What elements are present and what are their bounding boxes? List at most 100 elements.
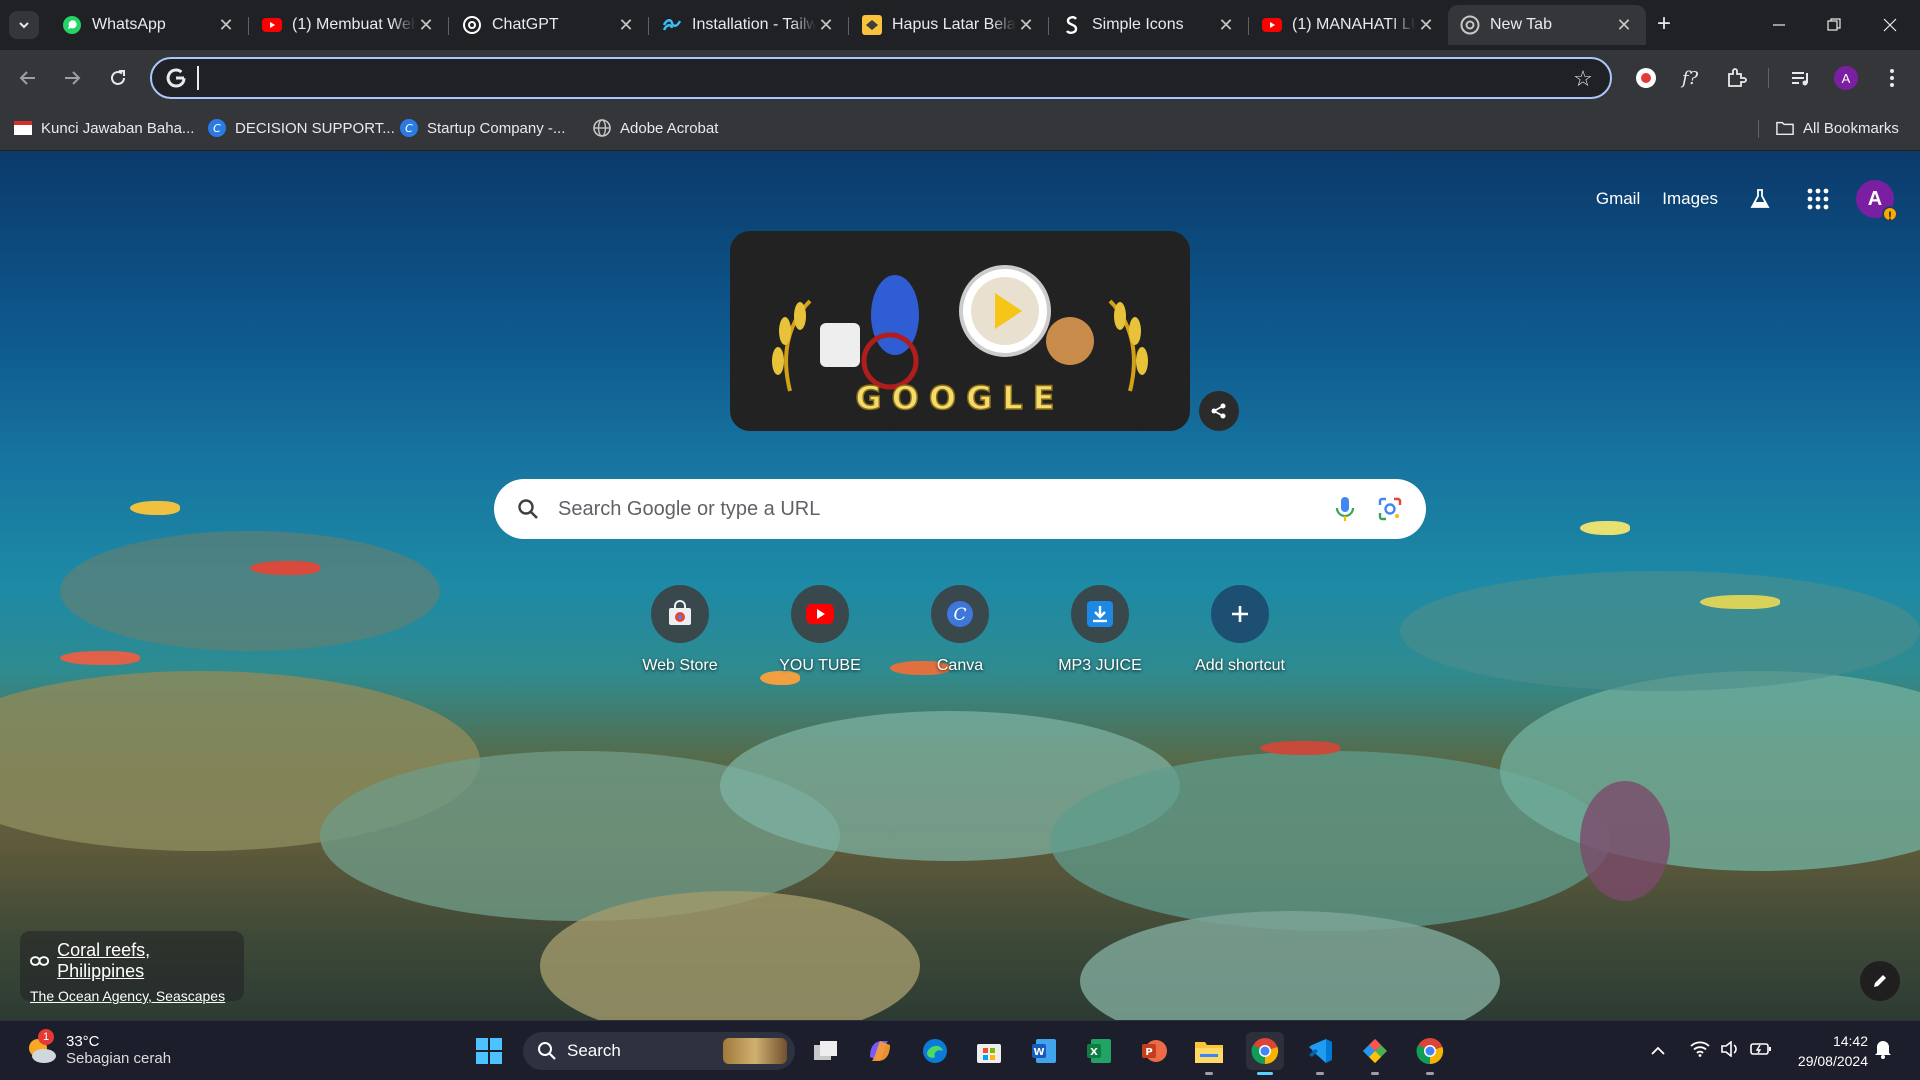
profile-avatar-button[interactable]: A <box>1832 64 1860 92</box>
formula-extension-icon[interactable]: f? <box>1676 64 1704 92</box>
google-search-box[interactable] <box>494 479 1426 539</box>
forward-button[interactable] <box>58 64 86 92</box>
minimize-button[interactable] <box>1751 0 1807 50</box>
tab-chatgpt[interactable]: ChatGPT ✕ <box>450 5 649 45</box>
apps-grid-icon[interactable] <box>1798 179 1838 219</box>
task-view-icon[interactable] <box>807 1032 845 1070</box>
globe-icon <box>593 119 611 137</box>
chevron-up-icon[interactable] <box>1646 1046 1670 1056</box>
search-input[interactable] <box>558 495 1258 523</box>
chrome-profile-taskbar-icon[interactable] <box>1411 1032 1449 1075</box>
shortcut-mp3-juice[interactable]: MP3 JUICE <box>1044 579 1156 691</box>
close-window-button[interactable] <box>1862 0 1918 50</box>
reload-icon <box>111 70 125 85</box>
chrome-taskbar-icon[interactable] <box>1246 1032 1284 1075</box>
google-doodle[interactable]: GOOGLE <box>730 231 1190 431</box>
reload-button[interactable] <box>104 64 132 92</box>
tab-strip: WhatsApp ✕ (1) Membuat Website ✕ ChatGPT… <box>0 0 1920 50</box>
new-tab-button[interactable]: + <box>1651 12 1677 38</box>
credit-author[interactable]: The Ocean Agency, Seascapes <box>30 988 234 1004</box>
shortcut-label: Canva <box>936 657 984 674</box>
more-menu-icon[interactable] <box>1878 64 1906 92</box>
screen-recorder-extension-icon[interactable] <box>1632 64 1660 92</box>
all-bookmarks-button[interactable]: All Bookmarks <box>1776 116 1899 140</box>
shortcut-youtube[interactable]: YOU TUBE <box>764 579 876 691</box>
search-icon <box>538 1042 556 1060</box>
customize-button[interactable] <box>1860 961 1900 1001</box>
media-control-icon[interactable] <box>1786 64 1814 92</box>
tab-youtube-1[interactable]: (1) Membuat Website ✕ <box>250 5 449 45</box>
bookmark-item[interactable]: C Startup Company -... <box>400 116 565 140</box>
tab-new-tab[interactable]: New Tab ✕ <box>1448 5 1646 45</box>
close-icon[interactable]: ✕ <box>1614 15 1634 35</box>
vscode-icon[interactable] <box>1301 1032 1339 1075</box>
gmail-link[interactable]: Gmail <box>1596 189 1640 209</box>
restore-button[interactable] <box>1806 0 1862 50</box>
tab-remove-bg[interactable]: Hapus Latar Belakang ✕ <box>850 5 1049 45</box>
close-icon[interactable]: ✕ <box>1416 15 1436 35</box>
add-shortcut-button[interactable]: Add shortcut <box>1184 579 1296 691</box>
volume-icon[interactable] <box>1720 1039 1740 1062</box>
svg-text:C: C <box>405 122 413 135</box>
close-icon[interactable]: ✕ <box>1016 15 1036 35</box>
tab-search-button[interactable] <box>9 11 39 39</box>
account-avatar[interactable]: A ! <box>1856 180 1898 223</box>
text-caret <box>197 66 199 90</box>
canva-icon: C <box>208 119 226 137</box>
microphone-icon[interactable] <box>1332 495 1358 523</box>
weather-widget[interactable]: 1 33°C Sebagian cerah <box>24 1029 171 1067</box>
taskbar-search[interactable]: Search <box>523 1032 795 1070</box>
system-tray <box>1646 1021 1772 1080</box>
close-icon[interactable]: ✕ <box>216 15 236 35</box>
bookmark-item[interactable]: Adobe Acrobat <box>593 116 718 140</box>
extensions-puzzle-icon[interactable] <box>1722 64 1750 92</box>
remove-bg-icon <box>862 15 882 35</box>
wifi-icon[interactable] <box>1690 1041 1710 1062</box>
bookmark-label: Kunci Jawaban Baha... <box>41 119 195 137</box>
bookmark-item[interactable]: Kunci Jawaban Baha... <box>14 116 194 140</box>
weather-icon: 1 <box>24 1029 58 1067</box>
copilot-icon[interactable] <box>861 1032 899 1070</box>
share-doodle-button[interactable] <box>1199 391 1239 431</box>
notification-bell-icon[interactable] <box>1874 1039 1892 1064</box>
canva-icon: C <box>400 119 418 137</box>
battery-icon[interactable] <box>1750 1042 1772 1061</box>
bookmark-item[interactable]: C DECISION SUPPORT... <box>208 116 395 140</box>
tailwind-icon <box>662 15 682 35</box>
powerpoint-icon[interactable]: P <box>1135 1032 1173 1070</box>
youtube-icon <box>791 585 849 643</box>
git-tool-icon[interactable] <box>1356 1032 1394 1075</box>
microsoft-store-icon[interactable] <box>970 1032 1008 1070</box>
address-input[interactable] <box>196 65 1496 91</box>
images-link[interactable]: Images <box>1662 189 1718 209</box>
labs-flask-icon[interactable] <box>1740 179 1780 219</box>
close-icon[interactable]: ✕ <box>816 15 836 35</box>
edge-icon[interactable] <box>916 1032 954 1070</box>
credit-title[interactable]: Coral reefs, Philippines <box>57 940 234 982</box>
close-icon[interactable]: ✕ <box>1216 15 1236 35</box>
tab-tailwind[interactable]: Installation - Tailwind CSS ✕ <box>650 5 849 45</box>
bookmark-star-icon[interactable]: ☆ <box>1570 66 1596 92</box>
canva-icon: C <box>931 585 989 643</box>
shortcut-web-store[interactable]: Web Store <box>624 579 736 691</box>
address-bar[interactable]: ☆ <box>150 57 1612 99</box>
tab-simple-icons[interactable]: Simple Icons ✕ <box>1050 5 1249 45</box>
bookmarks-bar: Kunci Jawaban Baha... C DECISION SUPPORT… <box>0 106 1920 151</box>
svg-text:W: W <box>1033 1047 1044 1058</box>
tab-youtube-2[interactable]: (1) MANAHATI LUPA ✕ <box>1250 5 1448 45</box>
file-explorer-icon[interactable] <box>1190 1032 1228 1075</box>
word-icon[interactable]: W <box>1025 1032 1063 1070</box>
web-store-icon <box>651 585 709 643</box>
back-button[interactable] <box>14 64 42 92</box>
close-icon[interactable]: ✕ <box>616 15 636 35</box>
windows-taskbar: 1 33°C Sebagian cerah Search W X P 14:42… <box>0 1020 1920 1080</box>
clock[interactable]: 14:42 29/08/2024 <box>1798 1031 1868 1071</box>
google-lens-icon[interactable] <box>1376 495 1404 523</box>
excel-icon[interactable]: X <box>1080 1032 1118 1070</box>
background-credit[interactable]: Coral reefs, Philippines The Ocean Agenc… <box>20 931 244 1004</box>
start-button[interactable] <box>470 1032 508 1070</box>
close-icon[interactable]: ✕ <box>416 15 436 35</box>
share-icon <box>1211 403 1226 419</box>
shortcut-canva[interactable]: C Canva <box>904 579 1016 691</box>
tab-whatsapp[interactable]: WhatsApp ✕ <box>50 5 249 45</box>
